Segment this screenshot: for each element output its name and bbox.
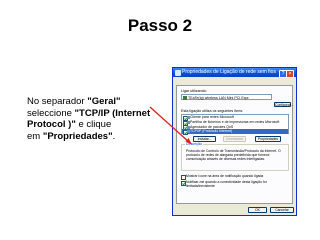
instruction-line1-prefix: No separador xyxy=(27,96,88,107)
description-text: Protocolo de Controlo de Transmissão/Pro… xyxy=(186,149,281,162)
client-icon xyxy=(187,116,190,119)
notify-option[interactable]: Notificar-me quando a conectividade dest… xyxy=(181,180,290,188)
network-icon xyxy=(175,69,181,76)
properties-button[interactable]: Propriedades xyxy=(255,136,281,142)
items-label: Esta ligação utiliza os seguintes itens: xyxy=(181,109,244,113)
network-properties-dialog: Propriedades de Ligação de rede sem fios… xyxy=(172,67,297,216)
show-icon-option[interactable]: Mostrar ícone na área de notificação qua… xyxy=(181,174,290,180)
instruction-line2-prefix: seleccione xyxy=(27,107,75,119)
description-group: Descrição Protocolo de Controlo de Trans… xyxy=(181,142,289,171)
instruction-line3-prefix: em xyxy=(27,130,43,142)
ok-button[interactable]: OK xyxy=(248,207,267,213)
instruction-line2-suffix: e clique xyxy=(75,119,112,130)
list-item-label: Agendador de pacotes QoS xyxy=(190,124,234,129)
adapter-name: TEaTe(tg) wireless LAN Mini PCI Expr xyxy=(188,96,249,100)
instruction-line3-suffix: . xyxy=(112,130,116,142)
list-item-label: Cliente para redes Microsoft xyxy=(190,115,234,119)
components-list[interactable]: Cliente para redes Microsoft Partilha de… xyxy=(181,114,289,136)
instruction-line1-bold: "Geral" xyxy=(87,96,121,107)
adapter-field: TEaTe(tg) wireless LAN Mini PCI Expr xyxy=(181,94,272,100)
slide-title: Passo 2 xyxy=(127,16,193,35)
service-icon xyxy=(187,125,190,129)
description-title: Descrição xyxy=(185,142,203,146)
protocol-icon xyxy=(187,130,190,134)
list-item-tcpip[interactable]: TCP/IP (Protocolo Internet) xyxy=(182,129,288,136)
list-item-label: TCP/IP (Protocolo Internet) xyxy=(190,129,233,134)
close-button[interactable]: × xyxy=(286,69,294,78)
cancel-button[interactable]: Cancelar xyxy=(270,207,294,213)
install-button[interactable]: Instalar... xyxy=(193,136,216,142)
adapter-icon xyxy=(183,96,187,100)
notify-checkbox[interactable] xyxy=(181,180,186,186)
dialog-title: Propriedades de Ligação de rede sem fios xyxy=(182,69,276,75)
instruction-text: No separador "Geral" seleccione "TCP/IP … xyxy=(27,96,172,142)
service-icon xyxy=(187,120,190,124)
uninstall-button[interactable]: Desinstalar xyxy=(223,136,246,142)
configure-button[interactable]: Configurar... xyxy=(274,102,293,107)
dialog-titlebar[interactable]: Propriedades de Ligação de rede sem fios… xyxy=(173,68,296,78)
notify-label: Notificar-me quando a conectividade dest… xyxy=(186,180,267,188)
general-tab-pane: Ligar utilizando: TEaTe(tg) wireless LAN… xyxy=(176,85,293,204)
show-icon-checkbox[interactable] xyxy=(181,174,186,180)
list-item-label: Partilha de ficheiros e de impressoras e… xyxy=(190,119,280,124)
instruction-line3-bold: "Propriedades" xyxy=(42,130,113,142)
connect-using-label: Ligar utilizando: xyxy=(181,89,207,93)
show-icon-label: Mostrar ícone na área de notificação qua… xyxy=(186,174,264,178)
